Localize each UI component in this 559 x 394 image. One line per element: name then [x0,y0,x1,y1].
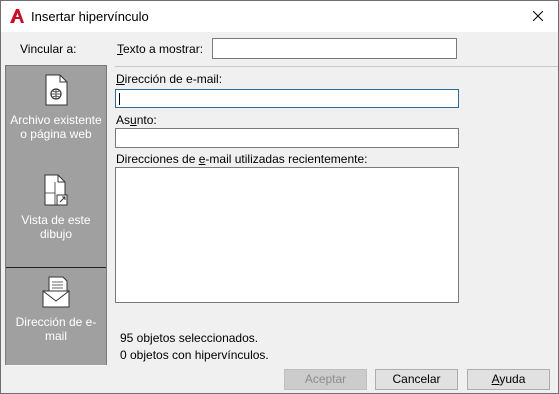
close-button[interactable] [518,1,558,32]
recent-emails-label: Direcciones de e-mail utilizadas recient… [116,152,368,166]
divider [115,66,558,67]
selected-objects-status: 95 objetos seleccionados. [120,331,259,345]
link-to-existing-file-or-web[interactable]: Archivo existente o página web [6,74,106,166]
link-to-drawing-view[interactable]: Vista de este dibujo [6,174,106,262]
close-icon [532,10,544,24]
link-to-email-address[interactable]: Dirección de e-mail [6,267,106,366]
cancel-button[interactable]: Cancelar [375,369,458,390]
email-address-field[interactable] [115,89,459,108]
nav-item-label: Dirección de e-mail [15,315,97,343]
recent-emails-list[interactable] [115,167,459,303]
text-to-display-label: Texto a mostrar: [117,42,204,56]
ok-button[interactable]: Aceptar [284,369,367,390]
help-button[interactable]: Ayuda [467,369,550,390]
hyperlinked-objects-status: 0 objetos con hipervínculos. [120,348,269,362]
nav-item-label: Archivo existente o página web [10,113,102,141]
subject-field[interactable] [115,128,459,148]
subject-label: Asunto: [116,113,157,127]
nav-item-label: Vista de este dibujo [21,213,91,241]
title-bar: Insertar hipervínculo [1,1,558,32]
drawing-view-icon [6,174,106,209]
text-caret [119,93,120,105]
window-title: Insertar hipervínculo [31,9,149,24]
link-to-panel: Archivo existente o página web Vista de … [5,65,107,366]
autocad-a-icon [9,8,25,24]
file-web-icon [6,74,106,109]
link-to-label: Vincular a: [20,42,77,56]
email-address-label: Dirección de e-mail: [116,72,223,86]
insert-hyperlink-dialog: Insertar hipervínculo Vincular a: Archiv… [0,0,559,394]
email-icon [6,276,106,311]
text-to-display-field[interactable] [212,38,457,59]
